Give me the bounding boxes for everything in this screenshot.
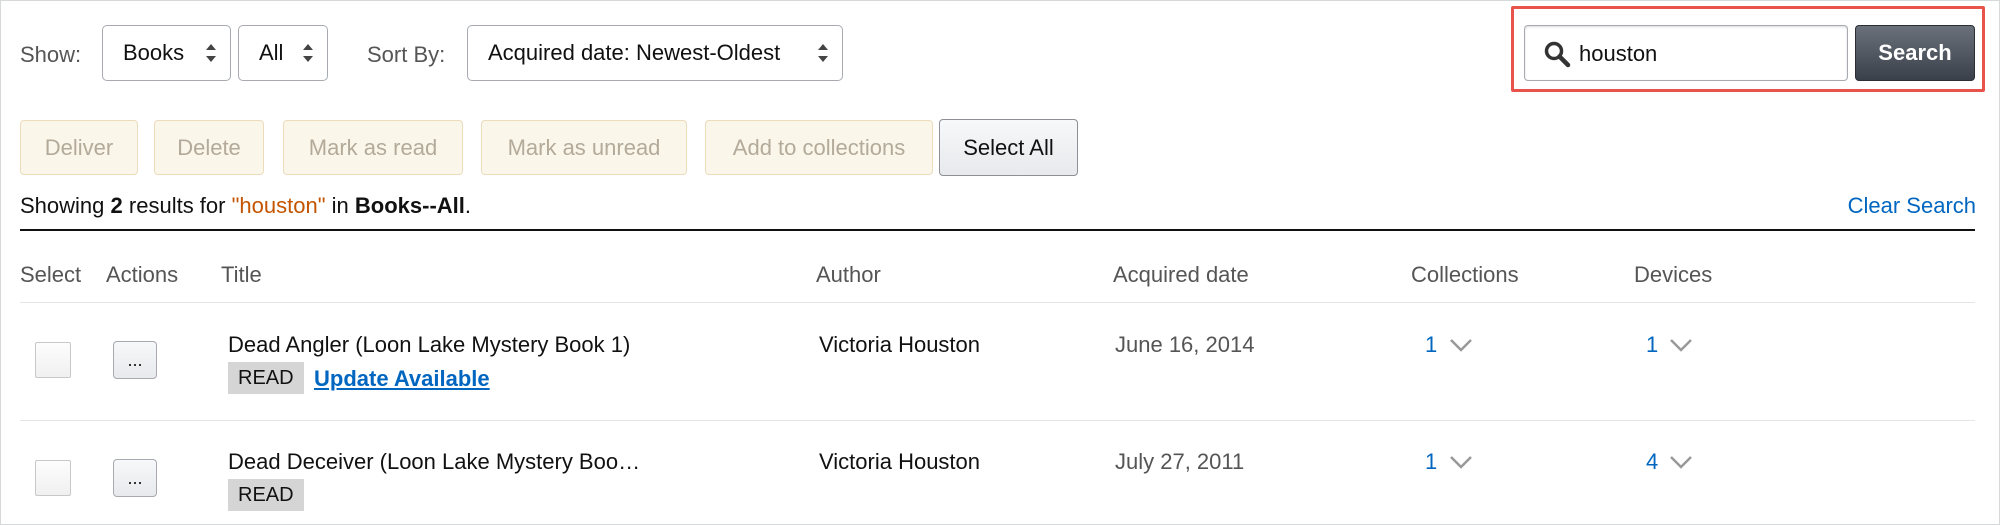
devices-count[interactable]: 4 (1646, 449, 1658, 475)
book-author: Victoria Houston (819, 449, 981, 474)
header-select: Select (20, 262, 82, 287)
header-title[interactable]: Title (221, 262, 262, 288)
select-arrows-icon (818, 44, 828, 62)
result-count: 2 (110, 193, 123, 218)
clear-search-link[interactable]: Clear Search (1848, 193, 1976, 219)
read-badge: READ (228, 479, 304, 511)
show-select[interactable]: Books (102, 25, 231, 81)
book-title[interactable]: Dead Deceiver (Loon Lake Mystery Boo… (228, 449, 640, 475)
sort-select-value: Acquired date: Newest-Oldest (488, 40, 781, 65)
summary-divider (20, 229, 1975, 231)
search-icon (1544, 41, 1571, 68)
collections-count[interactable]: 1 (1425, 449, 1437, 475)
chevron-down-icon[interactable] (1669, 454, 1693, 470)
acquired-date: June 16, 2014 (1115, 332, 1255, 357)
row-actions-button[interactable]: ... (113, 459, 157, 497)
summary-mid: results for (128, 193, 226, 218)
subset-select[interactable]: All (238, 25, 328, 81)
select-all-button[interactable]: Select All (939, 119, 1078, 176)
summary-prefix: Showing (20, 193, 105, 218)
acquired-date: July 27, 2011 (1115, 449, 1245, 474)
update-available-link[interactable]: Update Available (314, 366, 490, 392)
book-title[interactable]: Dead Angler (Loon Lake Mystery Book 1) (228, 332, 630, 358)
header-devices: Devices (1634, 262, 1713, 287)
header-collections: Collections (1411, 262, 1519, 287)
row-actions-button[interactable]: ... (113, 341, 157, 379)
collections-count[interactable]: 1 (1425, 332, 1437, 358)
sort-select[interactable]: Acquired date: Newest-Oldest (467, 25, 843, 81)
subset-select-value: All (259, 40, 284, 65)
row-checkbox[interactable] (35, 460, 71, 496)
chevron-down-icon[interactable] (1449, 454, 1473, 470)
devices-count[interactable]: 1 (1646, 332, 1658, 358)
results-summary: Showing 2 results for "houston" in Books… (20, 193, 471, 219)
add-to-collections-button[interactable]: Add to collections (705, 120, 933, 175)
read-badge: READ (228, 362, 304, 394)
search-input[interactable] (1577, 30, 1841, 78)
chevron-down-icon[interactable] (1669, 337, 1693, 353)
deliver-button[interactable]: Deliver (20, 120, 138, 175)
summary-query: "houston" (231, 193, 326, 218)
header-actions: Actions (106, 262, 179, 287)
select-arrows-icon (206, 44, 216, 62)
book-author: Victoria Houston (819, 332, 981, 357)
header-divider (20, 302, 1975, 303)
delete-button[interactable]: Delete (154, 120, 264, 175)
mark-as-read-button[interactable]: Mark as read (283, 120, 463, 175)
summary-scope: Books--All (354, 193, 465, 218)
show-label: Show: (20, 42, 82, 67)
row-divider (20, 420, 1975, 421)
select-arrows-icon (303, 44, 313, 62)
row-checkbox[interactable] (35, 342, 71, 378)
summary-end: . (464, 193, 472, 218)
search-button[interactable]: Search (1855, 25, 1975, 81)
sort-label: Sort By: (367, 42, 446, 67)
summary-in: in (331, 193, 349, 218)
chevron-down-icon[interactable] (1449, 337, 1473, 353)
header-author[interactable]: Author (816, 262, 881, 288)
header-acquired-date[interactable]: Acquired date (1113, 262, 1249, 288)
show-select-value: Books (123, 40, 185, 65)
mark-as-unread-button[interactable]: Mark as unread (481, 120, 687, 175)
search-field[interactable] (1524, 25, 1848, 81)
